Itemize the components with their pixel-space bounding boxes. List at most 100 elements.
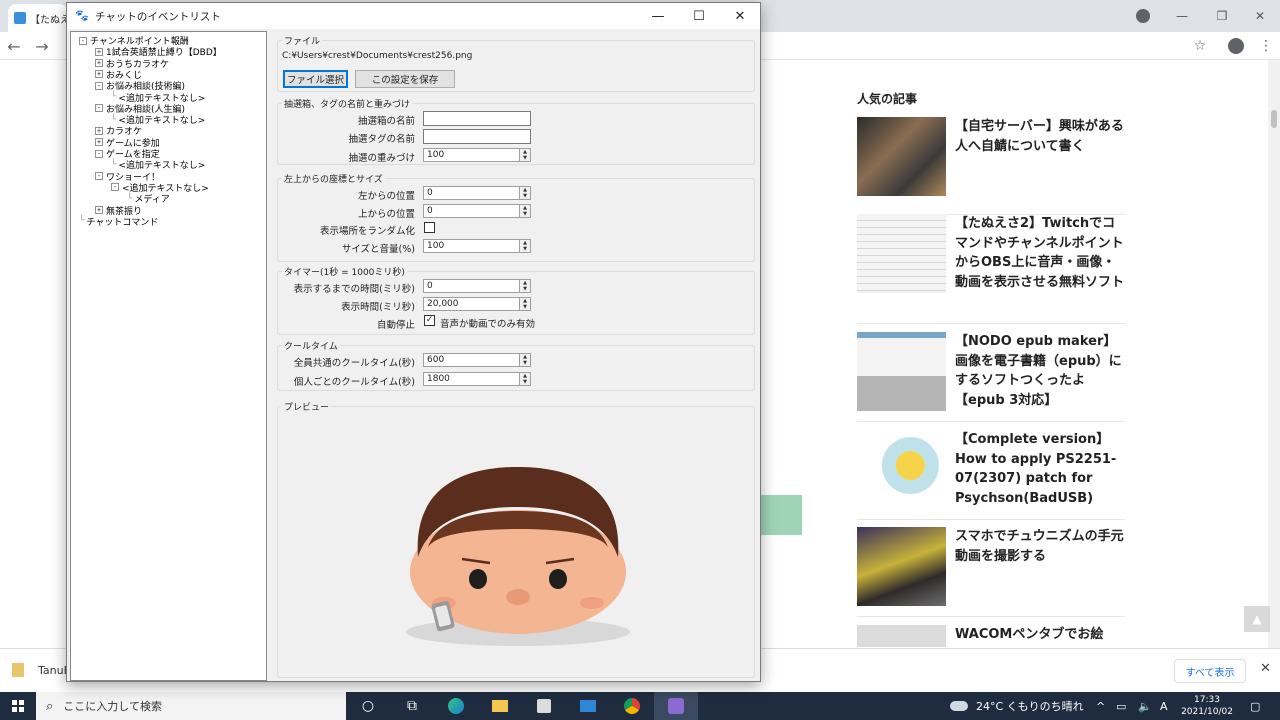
article-thumbnail[interactable] [857,430,946,509]
top-position-label: 上からの位置 [357,209,415,220]
app-minimize-button[interactable]: — [637,3,679,29]
select-file-button[interactable]: ファイル選択 [283,70,348,88]
browser-menu-icon[interactable]: ⋮ [1256,36,1276,56]
tray-chevron-icon[interactable]: ^ [1096,692,1105,720]
collapse-icon[interactable]: - [95,81,103,90]
delay-stepper[interactable]: 0 ▲ ▼ [423,279,531,293]
spin-arrows-icon[interactable]: ▲ ▼ [519,149,530,161]
app-titlebar[interactable]: 🐾 チャットのイベントリスト — ☐ ✕ [67,3,760,29]
article-item[interactable]: 【NODO epub maker】画像を電子書籍（epub）にするソフトつくった… [857,332,1125,422]
tag-name-input[interactable] [423,129,531,144]
article-title[interactable]: 【NODO epub maker】画像を電子書籍（epub）にするソフトつくった… [955,332,1127,410]
spin-arrows-icon[interactable]: ▲ ▼ [519,280,530,292]
article-title[interactable]: 【Complete version】How to apply PS2251-07… [955,430,1127,508]
page-scrollbar[interactable] [1268,60,1280,648]
tree-connector: └ [79,216,85,227]
file-path: C:¥Users¥crest¥Documents¥crest256.png [282,51,473,61]
article-title[interactable]: スマホでチュウニズムの手元動画を撮影する [955,527,1127,566]
file-group-title: ファイル [282,34,323,47]
tree-item[interactable]: └ チャットコマンド [79,216,158,228]
top-position-stepper[interactable]: 0 ▲ ▼ [423,204,531,218]
spin-arrows-icon[interactable]: ▲ ▼ [519,187,530,199]
duration-stepper[interactable]: 20,000 ▲ ▼ [423,297,531,311]
browser-close-button[interactable]: ✕ [1240,0,1280,32]
browser-tab[interactable]: 【たぬえ [8,4,68,32]
autostop-checkbox[interactable]: ✓ [424,315,435,326]
browser-restore-button[interactable]: ❐ [1202,0,1242,32]
article-thumbnail[interactable] [857,214,946,293]
left-position-stepper[interactable]: 0 ▲ ▼ [423,186,531,200]
article-item[interactable]: WACOMペンタブでお絵 [857,625,1125,647]
spin-arrows-icon[interactable]: ▲ ▼ [519,373,530,385]
weather-widget[interactable]: 24°C くもりのち晴れ [950,692,1084,720]
file-explorer-icon[interactable] [478,692,522,720]
expand-icon[interactable]: + [95,47,103,56]
collapse-icon[interactable]: - [79,36,87,45]
article-item[interactable]: 【Complete version】How to apply PS2251-07… [857,430,1125,520]
article-thumbnail[interactable] [857,527,946,606]
tab-search-icon[interactable] [1136,9,1150,23]
size-volume-stepper[interactable]: 100 ▲ ▼ [423,239,531,253]
top-position-value: 0 [427,206,433,216]
forward-button[interactable]: → [30,34,54,58]
spin-arrows-icon[interactable]: ▲ ▼ [519,298,530,310]
spin-arrows-icon[interactable]: ▲ ▼ [519,240,530,252]
box-name-input[interactable] [423,111,531,126]
bookmark-star-icon[interactable]: ☆ [1190,36,1210,56]
event-tree[interactable]: - チャンネルポイント報酬 +1試合英語禁止縛り【DBD】 + おうちカラオケ + おみくじ… [70,31,267,681]
network-icon[interactable]: ▭ [1116,692,1126,720]
store-icon[interactable] [522,692,566,720]
position-group-title: 左上からの座標とサイズ [282,172,385,185]
tanue-app-icon[interactable] [654,692,698,720]
article-title[interactable]: WACOMペンタブでお絵 [955,625,1125,645]
weight-stepper[interactable]: 100 ▲ ▼ [423,148,531,162]
notification-icon[interactable]: ▢ [1250,692,1260,720]
taskbar-clock[interactable]: 17:33 2021/10/02 [1176,694,1238,718]
article-thumbnail[interactable] [857,625,946,647]
expand-icon[interactable]: + [95,138,103,147]
expand-icon[interactable]: + [95,59,103,68]
collapse-icon[interactable]: - [111,183,119,192]
browser-minimize-button[interactable]: — [1162,0,1202,32]
start-button[interactable] [0,692,36,720]
cortana-icon[interactable]: ○ [346,692,390,720]
expand-icon[interactable]: + [95,126,103,135]
article-title[interactable]: 【たぬえさ2】Twitchでコマンドやチャンネルポイントから​OBS上に音声・画… [955,214,1127,292]
scroll-to-top-button[interactable]: ▲ [1244,606,1270,632]
article-item[interactable]: 【自宅サーバー】興味がある人へ自鯖について書く [857,117,1125,215]
article-title[interactable]: 【自宅サーバー】興味がある人へ自鯖について書く [955,117,1127,156]
show-all-downloads-button[interactable]: すべて表示 [1174,659,1246,683]
spin-arrows-icon[interactable]: ▲ ▼ [519,205,530,217]
collapse-icon[interactable]: - [95,172,103,181]
volume-icon[interactable]: 🔈 [1138,692,1152,720]
back-button[interactable]: ← [2,34,26,58]
app-close-button[interactable]: ✕ [719,3,761,29]
expand-icon[interactable]: + [95,206,103,214]
download-item[interactable]: TanuE [12,663,71,677]
random-position-checkbox[interactable] [424,222,435,233]
global-cooltime-stepper[interactable]: 600 ▲ ▼ [423,353,531,367]
save-settings-button[interactable]: この設定を保存 [355,70,455,88]
edge-icon[interactable] [434,692,478,720]
collapse-icon[interactable]: - [95,149,103,158]
delay-label: 表示するまでの時間(ミリ秒) [293,284,415,295]
article-thumbnail[interactable] [857,117,946,196]
mail-icon[interactable] [566,692,610,720]
file-icon [12,663,24,677]
close-download-bar-button[interactable]: ✕ [1260,661,1271,676]
spin-arrows-icon[interactable]: ▲ ▼ [519,354,530,366]
profile-button[interactable] [1226,36,1246,56]
ime-indicator[interactable]: A [1160,692,1168,720]
article-thumbnail[interactable] [857,332,946,411]
user-cooltime-stepper[interactable]: 1800 ▲ ▼ [423,372,531,386]
article-item[interactable]: スマホでチュウニズムの手元動画を撮影する [857,527,1125,617]
expand-icon[interactable]: + [95,70,103,79]
taskbar-search[interactable]: ⌕ ここに入力して検索 [36,692,346,720]
cloud-icon [950,701,968,711]
scrollbar-thumb[interactable] [1271,110,1277,128]
collapse-icon[interactable]: - [95,104,103,113]
article-item[interactable]: 【たぬえさ2】Twitchでコマンドやチャンネルポイントから​OBS上に音声・画… [857,214,1125,324]
app-maximize-button[interactable]: ☐ [678,3,720,29]
task-view-icon[interactable]: ⧉ [390,692,434,720]
chrome-icon[interactable] [610,692,654,720]
